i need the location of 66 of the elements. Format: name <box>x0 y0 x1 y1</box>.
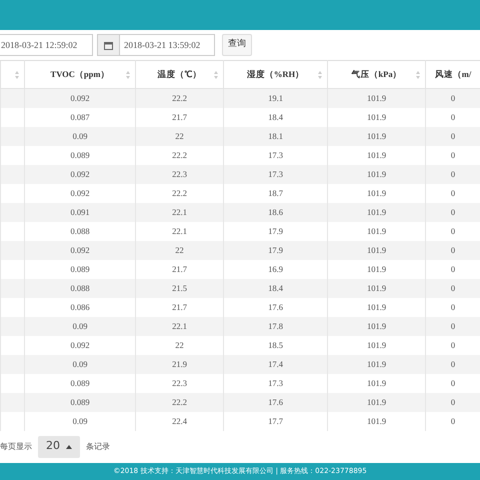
table-cell: 22.3 <box>136 164 224 184</box>
table-cell: 101.9 <box>328 202 426 222</box>
records-label: 条记录 <box>86 440 110 452</box>
table-cell: 101.9 <box>328 88 426 108</box>
table-cell: 22.1 <box>136 202 224 222</box>
table-cell: 0.09 <box>24 354 136 374</box>
calendar-icon[interactable] <box>97 34 119 56</box>
sort-icon[interactable] <box>416 71 420 79</box>
table-cell: 22.1 <box>136 316 224 336</box>
table-cell: 0.091 <box>24 202 136 222</box>
table-cell: 22.2 <box>136 392 224 412</box>
table-cell: 17.6 <box>224 392 328 412</box>
table-cell: 0.088 <box>24 278 136 298</box>
table-cell: 22.4 <box>136 412 224 430</box>
table-cell: 0 <box>426 126 480 146</box>
table-cell: 0.092 <box>24 164 136 184</box>
query-button[interactable]: 查询 <box>222 34 252 56</box>
table-cell: 0 <box>426 202 480 222</box>
table-cell: 0.092 <box>24 240 136 260</box>
start-time-field[interactable]: 2018-03-21 12:59:02 <box>0 34 93 56</box>
table-cell: 0 <box>426 392 480 412</box>
column-header[interactable]: TVOC（ppm） <box>50 69 110 80</box>
table-cell: 101.9 <box>328 392 426 412</box>
table-cell: 101.9 <box>328 126 426 146</box>
column-header[interactable]: 温度（℃） <box>158 69 202 80</box>
table-cell: 19.1 <box>224 88 328 108</box>
table-cell: 21.9 <box>136 354 224 374</box>
table-cell: 0 <box>426 240 480 260</box>
caret-icon <box>66 444 72 448</box>
table-cell: 101.9 <box>328 240 426 260</box>
table-cell: 101.9 <box>328 164 426 184</box>
table-cell: 0.09 <box>24 316 136 336</box>
table-cell: 0.089 <box>24 392 136 412</box>
sort-icon[interactable] <box>318 71 322 79</box>
table-cell: 0 <box>426 354 480 374</box>
sort-icon[interactable] <box>214 71 218 79</box>
table-cell: 101.9 <box>328 278 426 298</box>
table-cell: 22 <box>136 126 224 146</box>
table-cell: 0 <box>426 278 480 298</box>
page-size-label: 每页显示 <box>0 440 32 452</box>
sort-icon[interactable] <box>15 71 19 79</box>
table-cell: 0 <box>426 316 480 336</box>
table-cell: 17.9 <box>224 240 328 260</box>
table-cell: 101.9 <box>328 316 426 336</box>
table-cell: 0.092 <box>24 88 136 108</box>
table-cell: 0 <box>426 412 480 430</box>
sort-icon[interactable] <box>126 71 130 79</box>
end-time-field[interactable]: 2018-03-21 13:59:02 <box>119 34 215 56</box>
table-cell: 0.09 <box>24 126 136 146</box>
table-cell: 18.1 <box>224 126 328 146</box>
table-cell: 17.7 <box>224 412 328 430</box>
table-cell: 101.9 <box>328 354 426 374</box>
table-cell: 22 <box>136 240 224 260</box>
page-size-dropdown[interactable]: 20 <box>38 436 80 458</box>
table-cell: 18.4 <box>224 278 328 298</box>
table-cell: 0 <box>426 164 480 184</box>
column-header[interactable]: 气压（kPa） <box>351 69 402 80</box>
table-cell: 17.3 <box>224 164 328 184</box>
table-cell: 17.4 <box>224 354 328 374</box>
table-cell: 22.2 <box>136 88 224 108</box>
table-cell: 0 <box>426 88 480 108</box>
table-cell: 17.8 <box>224 316 328 336</box>
table-cell: 18.6 <box>224 202 328 222</box>
table-cell: 0.09 <box>24 412 136 430</box>
table-cell: 21.5 <box>136 278 224 298</box>
table-cell: 101.9 <box>328 412 426 430</box>
